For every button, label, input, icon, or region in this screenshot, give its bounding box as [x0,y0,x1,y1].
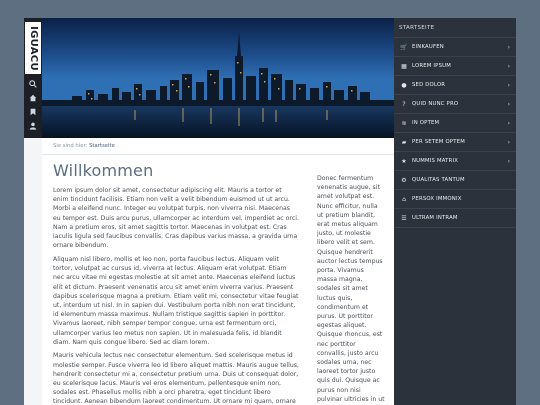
chevron-right-icon[interactable]: › [508,63,510,70]
nav-item-label: PERSOX IMMONIX [412,196,462,202]
nav-item-einkaufen[interactable]: 🛒 EINKAUFEN › [394,38,516,57]
breadcrumb: Sie sind hier: Startseite [42,138,394,155]
nav-item-label: NUMMIS MATRIX [412,158,459,164]
chevron-right-icon[interactable]: › [508,101,510,108]
nav-item-in-optem[interactable]: ≋ IN OPTEM › [394,114,516,133]
nav-item-ultram-intram[interactable]: ☰ ULTRAM INTRAM [394,209,516,228]
paragraph: Lorem ipsum dolor sit amet, consectetur … [53,187,299,250]
logo-text: IGUACU [27,25,39,71]
breadcrumb-prefix: Sie sind hier: [53,143,88,149]
search-icon[interactable] [27,80,39,90]
page-title: Willkommen [53,161,154,180]
nav-item-quid-nunc-pro[interactable]: ? QUID NUNC PRO › [394,95,516,114]
wifi-icon: ≋ [401,119,407,127]
user-icon[interactable] [27,122,39,132]
question-icon: ? [402,100,406,108]
city-skyline-illustration [42,18,394,138]
circle-icon: ● [401,81,407,89]
content-area: Willkommen Lorem ipsum dolor sit amet, c… [42,155,394,405]
nav-item-per-setem-optem[interactable]: ▰ PER SETEM OPTEM › [394,133,516,152]
star-icon: ★ [401,157,407,165]
hero-banner-image [42,18,394,138]
nav-item-startseite[interactable]: STARTSEITE [394,18,516,38]
home-icon: ⌂ [402,195,406,203]
sidebar-text: Donec fermentum venenatis augue, sit ame… [317,175,385,403]
nav-item-nummis-matrix[interactable]: ★ NUMMIS MATRIX › [394,152,516,171]
cart-icon: 🛒 [400,43,408,51]
page-frame: IGUACU STARTSEITE 🛒 EINKAUFEN › ▦ LOREM … [24,18,516,405]
nav-item-label: IN OPTEM [412,120,440,126]
nav-item-label: EINKAUFEN [412,44,444,50]
chevron-right-icon[interactable]: › [508,44,510,51]
nav-item-label: ULTRAM INTRAM [412,215,458,221]
calendar-icon: ▦ [401,62,407,70]
chevron-right-icon[interactable]: › [508,82,510,89]
site-logo[interactable]: IGUACU [25,22,41,74]
nav-item-qualitas-tantum[interactable]: ⚙ QUALITAS TANTUM [394,171,516,190]
nav-item-label: QUALITAS TANTUM [412,177,465,183]
chevron-right-icon[interactable]: › [508,120,510,127]
paragraph: Mauris vehicula lectus nec consectetur e… [53,352,299,405]
nav-item-persox-immonix[interactable]: ⌂ PERSOX IMMONIX [394,190,516,209]
list-icon: ☰ [401,214,407,222]
paragraph: Aliquam nisl libero, mollis et leo non, … [53,255,299,346]
main-navigation: STARTSEITE 🛒 EINKAUFEN › ▦ LOREM IPSUM › ● SED … [394,18,516,405]
nav-item-label: LOREM IPSUM [412,63,451,69]
chevron-right-icon[interactable]: › [508,158,510,165]
nav-item-label: QUID NUNC PRO [412,101,459,107]
nav-item-lorem-ipsum[interactable]: ▦ LOREM IPSUM › [394,57,516,76]
main-column: Willkommen Lorem ipsum dolor sit amet, c… [53,161,299,405]
chevron-right-icon[interactable]: › [508,139,510,146]
nav-item-sed-dolor[interactable]: ● SED DOLOR › [394,76,516,95]
bookmark-icon[interactable] [27,108,39,118]
home-icon[interactable] [27,94,39,104]
nav-item-label: SED DOLOR [412,82,446,88]
breadcrumb-link-startseite[interactable]: Startseite [89,143,115,149]
gear-icon: ⚙ [401,176,407,184]
folder-icon: ▰ [401,138,407,146]
nav-item-label: PER SETEM OPTEM [412,139,465,145]
left-toolbar: IGUACU [24,18,42,138]
